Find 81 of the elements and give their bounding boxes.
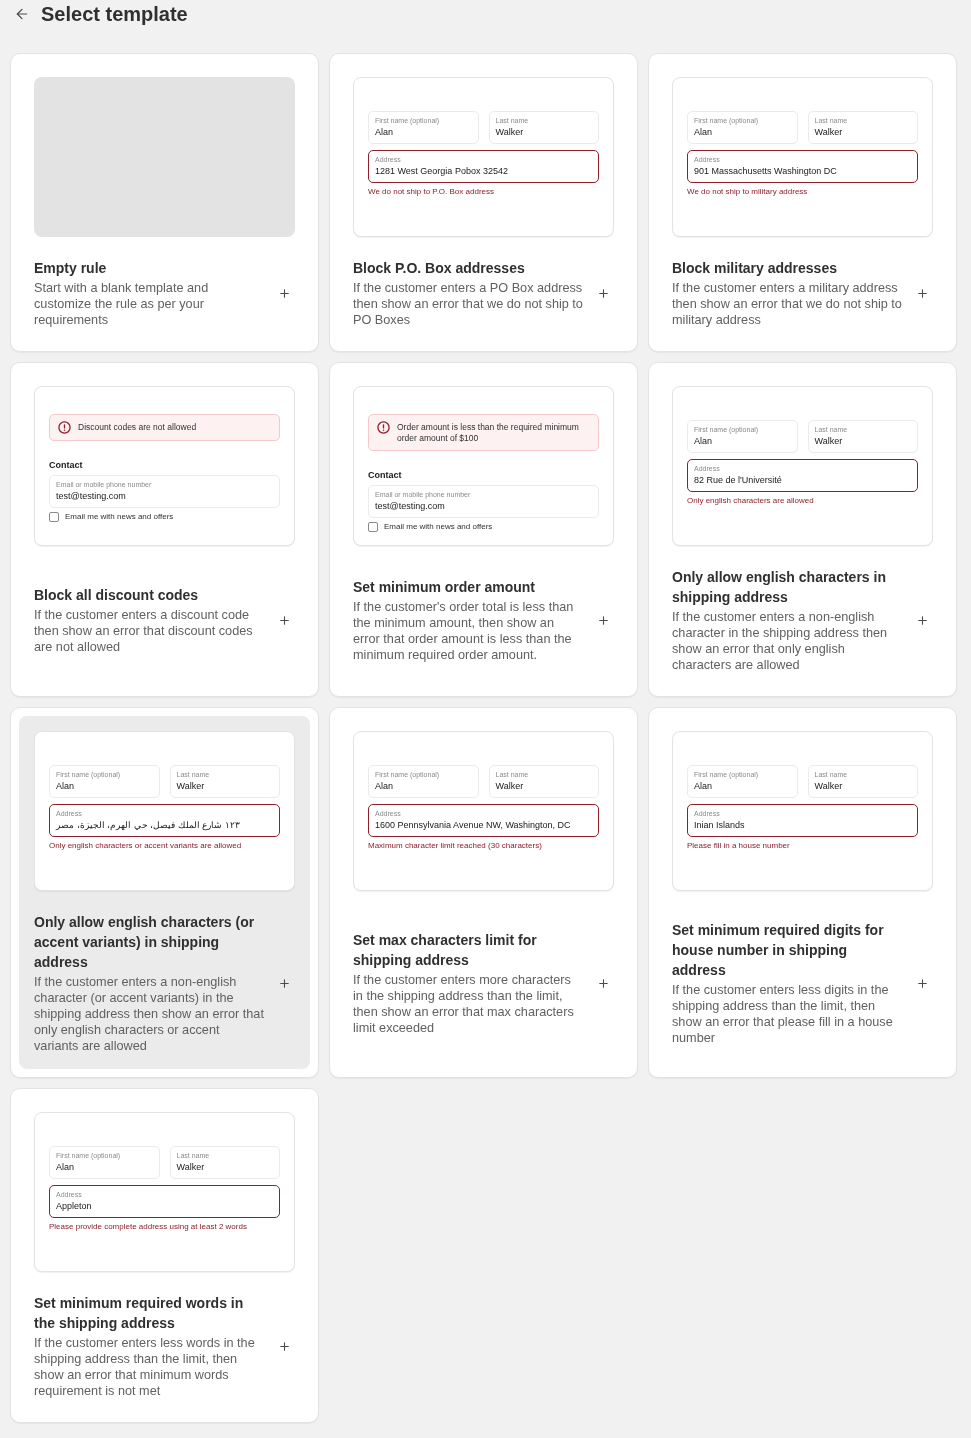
error-message: Please fill in a house number (687, 840, 791, 851)
field-value: Alan (375, 126, 394, 139)
banner-text: Discount codes are not allowed (78, 421, 197, 433)
template-card[interactable]: Empty rule Start with a blank template and customize the rule as per your requirements (10, 53, 319, 352)
field-value: Alan (694, 435, 713, 448)
template-title: Only allow english characters in shipping address (672, 568, 887, 607)
checkbox[interactable] (368, 521, 378, 532)
field-value: 82 Rue de l'Université (694, 474, 783, 487)
error-message: Only english characters are allowed (687, 495, 815, 506)
error-message: Please provide complete address using at least 2 words (49, 1221, 248, 1232)
template-card[interactable] (329, 707, 638, 1078)
plus-icon[interactable] (278, 286, 291, 300)
template-title: Set minimum required digits for house number in shipping address (672, 921, 885, 980)
template-description: If the customer enters a military address then show an error that we do not ship to military address (672, 280, 903, 328)
field-value: 1600 Pennsylvania Avenue NW, Washington, DC (375, 819, 572, 832)
error-message: We do not ship to military address (687, 186, 809, 197)
field-value: Alan (694, 780, 713, 793)
field-value: Walker (495, 126, 525, 139)
plus-icon[interactable] (278, 976, 291, 990)
error-message: Only english characters or accent variants are allowed (49, 840, 243, 851)
template-card[interactable] (10, 707, 319, 1078)
template-title: Set max characters limit for shipping address (353, 931, 538, 970)
error-message: Maximum character limit reached (30 characters) (368, 840, 543, 851)
template-card[interactable] (648, 53, 957, 352)
field-value: Alan (694, 126, 713, 139)
template-description: If the customer enters a non-english character (or accent variants) in the shipping address then show an error that only english characters or accent variants are allowed (34, 974, 265, 1054)
field-value: Walker (814, 780, 844, 793)
field-value: Walker (176, 1161, 206, 1174)
section-heading: Contact (368, 469, 403, 481)
field-value: Alan (56, 1161, 75, 1174)
template-title: Set minimum order amount (353, 578, 537, 597)
template-card[interactable] (648, 362, 957, 697)
template-description: If the customer enters a PO Box address then show an error that we do not ship to PO Boxes (353, 280, 584, 328)
template-description: If the customer enters less digits in the shipping address than the limit, then show an error that please fill in a house number (672, 982, 894, 1046)
checkbox-label: Email me with news and offers (65, 511, 174, 522)
template-description: If the customer enters a non-english character in the shipping address then show an error that only english characters are allowed (672, 609, 889, 673)
template-title: Block military addresses (672, 259, 838, 278)
template-card[interactable] (329, 53, 638, 352)
plus-icon[interactable] (597, 613, 610, 627)
template-card[interactable] (329, 362, 638, 697)
field-value: 901 Massachusetts Washington DC (694, 165, 838, 178)
plus-icon[interactable] (916, 286, 929, 300)
template-description: If the customer's order total is less than the minimum amount, then show an error that order amount is less than the minimum required order amount. (353, 599, 575, 663)
template-title: Set minimum required words in the shipping address (34, 1294, 245, 1333)
template-title: Block P.O. Box addresses (353, 259, 526, 278)
field-value: 1281 West Georgia Pobox 32542 (375, 165, 509, 178)
plus-icon[interactable] (597, 976, 610, 990)
plus-icon[interactable] (916, 613, 929, 627)
alert-icon (58, 421, 71, 434)
field-value: Walker (176, 780, 206, 793)
field-value: Alan (375, 780, 394, 793)
field-value: ١٢٣ شارع الملك فيصل، حي الهرم، الجيزة، مصر (56, 819, 241, 832)
template-title: Block all discount codes (34, 586, 200, 605)
field-value: Appleton (56, 1200, 93, 1213)
template-title: Only allow english characters (or accent variants) in shipping address (34, 913, 256, 972)
checkbox[interactable] (49, 511, 59, 522)
field-value: test@testing.com (375, 500, 446, 513)
field-value: Inian Islands (694, 819, 746, 832)
plus-icon[interactable] (278, 1339, 291, 1353)
field-value: Walker (495, 780, 525, 793)
template-card[interactable] (648, 707, 957, 1078)
template-title: Empty rule (34, 259, 108, 278)
page-title: Select template (41, 2, 188, 27)
template-description: Start with a blank template and customize the rule as per your requirements (34, 280, 210, 328)
field-value: Walker (814, 126, 844, 139)
template-card[interactable] (10, 1088, 319, 1423)
section-heading: Contact (49, 459, 84, 471)
field-value: Walker (814, 435, 844, 448)
checkbox-label: Email me with news and offers (384, 521, 493, 532)
plus-icon[interactable] (916, 976, 929, 990)
field-value: Alan (56, 780, 75, 793)
alert-icon (377, 421, 390, 434)
field-value: test@testing.com (56, 490, 127, 503)
template-description: If the customer enters a discount code then show an error that discount codes are not allowed (34, 607, 254, 655)
plus-icon[interactable] (278, 613, 291, 627)
banner-text: Order amount is less than the required minimum order amount of $100 (397, 421, 580, 444)
error-message: We do not ship to P.O. Box address (368, 186, 495, 197)
template-description: If the customer enters more characters in the shipping address than the limit, then show an error that max characters limit exceeded (353, 972, 575, 1036)
plus-icon[interactable] (597, 286, 610, 300)
back-arrow-icon[interactable] (14, 6, 30, 22)
template-description: If the customer enters less words in the shipping address than the limit, then show an error that minimum words requirement is not met (34, 1335, 256, 1399)
